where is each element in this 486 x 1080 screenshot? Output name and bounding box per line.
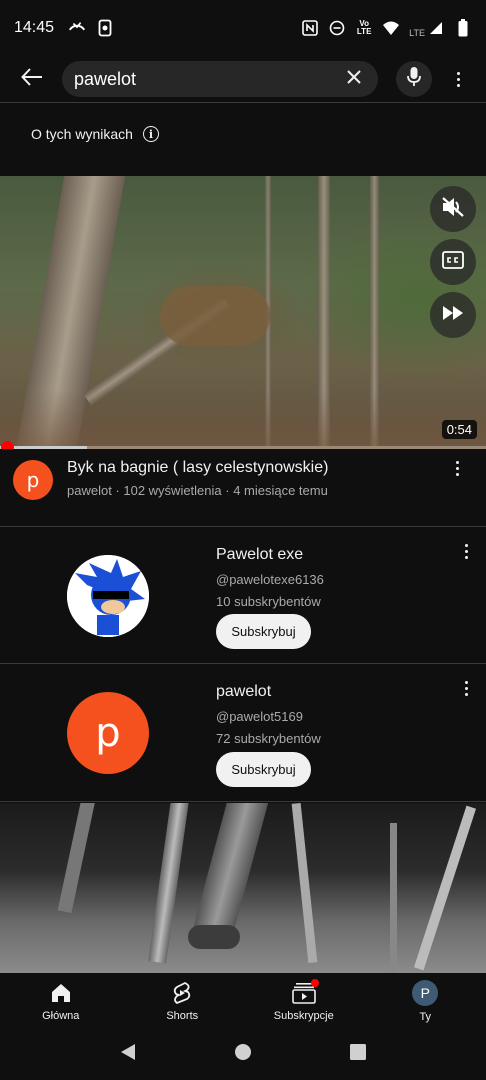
search-query[interactable]: pawelot — [74, 69, 342, 90]
nav-shorts-label: Shorts — [166, 1009, 199, 1022]
volte-label: Vo LTE — [356, 19, 372, 36]
clear-icon — [346, 69, 362, 90]
channel-action-menu-icon[interactable] — [456, 678, 476, 698]
skip-forward-button[interactable] — [430, 292, 476, 338]
nfc-icon — [301, 19, 319, 37]
result-divider — [0, 801, 486, 802]
subscriptions-icon — [291, 978, 319, 1005]
video-title[interactable]: Byk na bagnie ( lasy celestynowskie) — [67, 459, 328, 477]
info-icon: i — [142, 126, 159, 142]
badger-graphic — [188, 925, 240, 949]
tree-trunk-graphic — [291, 803, 318, 964]
battery-icon — [454, 19, 472, 37]
mic-icon — [406, 66, 422, 93]
lte-label: LTE — [409, 28, 425, 38]
channel-name[interactable]: pawelot — [216, 683, 271, 701]
mute-button[interactable] — [430, 186, 476, 232]
wifi-icon — [382, 19, 400, 37]
channel-handle: @pawelot5169 — [216, 709, 303, 724]
dnd-icon — [328, 19, 346, 37]
ground-graphic — [0, 389, 486, 449]
more-options-button[interactable] — [440, 61, 476, 97]
about-results-row[interactable]: O tych wynikach i — [31, 126, 159, 142]
channel-card[interactable]: Pawelot exe @pawelotexe6136 10 subskrybe… — [0, 527, 486, 663]
channel-handle: @pawelotexe6136 — [216, 572, 324, 587]
recents-square-icon — [350, 1044, 367, 1060]
subscribe-button[interactable]: Subskrybuj — [216, 614, 311, 649]
channel-subscriber-count: 72 subskrybentów — [216, 731, 321, 746]
clear-search-button[interactable] — [342, 67, 366, 91]
search-header: pawelot — [0, 56, 486, 102]
channel-avatar[interactable]: p — [67, 692, 149, 774]
volume-off-icon — [441, 196, 465, 223]
fast-forward-icon — [442, 305, 464, 326]
subscribe-button[interactable]: Subskrybuj — [216, 752, 311, 787]
channel-card[interactable]: p pawelot @pawelot5169 72 subskrybentów … — [0, 664, 486, 800]
missed-call-icon — [68, 19, 86, 37]
video-meta-line: pawelot · 102 wyświetlenia · 4 miesiące … — [67, 483, 328, 498]
nav-subscriptions[interactable]: Subskrypcje — [243, 973, 365, 1029]
tree-trunk-graphic — [390, 823, 397, 973]
system-home-button[interactable] — [234, 1043, 252, 1066]
channel-action-menu-icon[interactable] — [456, 541, 476, 561]
nav-shorts[interactable]: Shorts — [122, 973, 244, 1029]
volte-icon: Vo LTE — [355, 19, 373, 37]
header-divider — [0, 102, 486, 103]
video-thumbnail[interactable] — [0, 803, 486, 973]
shorts-icon — [170, 981, 194, 1005]
video-metadata[interactable]: p Byk na bagnie ( lasy celestynowskie) p… — [0, 458, 486, 518]
nav-subscriptions-label: Subskrypcje — [273, 1009, 334, 1022]
sonic-avatar-image — [67, 555, 149, 637]
system-back-button[interactable] — [119, 1043, 137, 1066]
channel-name[interactable]: Pawelot exe — [216, 546, 303, 564]
captions-button[interactable] — [430, 239, 476, 285]
system-navigation-bar — [0, 1029, 486, 1080]
channel-avatar[interactable] — [67, 555, 149, 637]
nav-you[interactable]: P Ty — [365, 973, 486, 1029]
nav-home[interactable]: Główna — [0, 973, 122, 1029]
more-vert-icon — [448, 69, 468, 89]
signal-icon — [427, 19, 445, 37]
closed-captions-icon — [442, 250, 464, 274]
about-results-label: O tych wynikach — [31, 126, 133, 142]
home-icon — [49, 981, 73, 1005]
nav-home-label: Główna — [42, 1009, 80, 1022]
back-arrow-icon — [21, 67, 43, 91]
nav-you-label: Ty — [419, 1010, 432, 1023]
video-action-menu-icon[interactable] — [447, 458, 467, 478]
home-circle-icon — [234, 1044, 251, 1060]
back-triangle-icon — [120, 1044, 135, 1060]
voice-search-button[interactable] — [396, 61, 432, 97]
channel-avatar[interactable]: p — [13, 460, 53, 500]
video-thumbnail[interactable]: 0:54 — [0, 176, 486, 449]
screen-record-icon — [96, 19, 114, 37]
profile-avatar: P — [412, 979, 439, 1006]
system-recents-button[interactable] — [349, 1043, 367, 1066]
tree-trunk-graphic — [413, 805, 477, 971]
search-input[interactable]: pawelot — [62, 61, 378, 97]
video-duration: 0:54 — [441, 420, 477, 439]
video-progress-scrubber[interactable] — [1, 441, 14, 449]
deer-graphic — [160, 286, 270, 346]
bottom-navigation: Główna Shorts Subskrypcje P Ty — [0, 973, 486, 1029]
tree-trunk-graphic — [148, 803, 190, 964]
notification-dot — [310, 978, 319, 987]
tree-trunk-graphic — [57, 803, 97, 914]
status-time: 14:45 — [14, 19, 55, 36]
channel-subscriber-count: 10 subskrybentów — [216, 594, 321, 609]
back-button[interactable] — [8, 59, 56, 99]
status-bar: 14:45 Vo LTE LTE — [0, 0, 486, 56]
